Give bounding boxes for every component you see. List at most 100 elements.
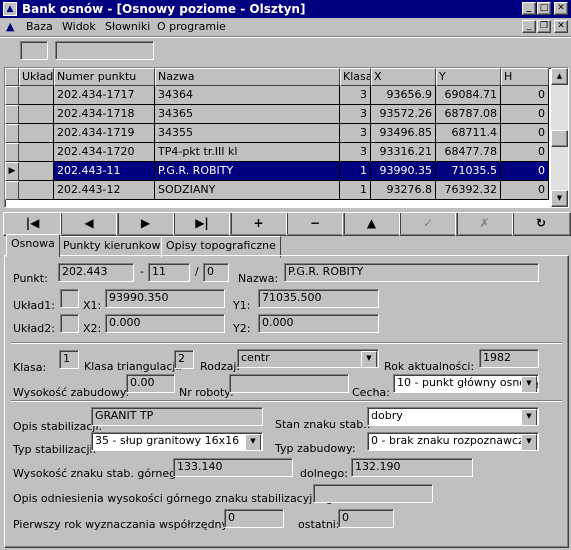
rodzaj-select[interactable]: centr ▼ [237,349,379,368]
chevron-down-icon[interactable]: ▼ [521,376,537,392]
row-indicator[interactable] [5,124,19,143]
cell-x[interactable]: 93572.26 [371,105,436,124]
mdi-child-icon[interactable]: ▲ [6,20,18,34]
cell-h[interactable]: 0 [501,124,549,143]
cell-uklad[interactable] [19,143,54,162]
cell-uklad[interactable] [19,105,54,124]
cell-nazwa[interactable]: P.G.R. ROBITY [155,162,340,181]
nav-post-button[interactable]: ✓ [398,212,458,236]
typ-zabudowy-select[interactable]: 0 - brak znaku rozpoznawczego ▼ [367,432,539,451]
column-header-y[interactable]: Y [436,68,501,86]
chevron-down-icon[interactable]: ▼ [245,434,261,450]
cell-x[interactable]: 93316.21 [371,143,436,162]
opis-stabilizacji-field[interactable]: GRANIT TP [91,407,263,426]
cell-uklad[interactable] [19,181,54,200]
cell-y[interactable]: 68787.08 [436,105,501,124]
cell-nazwa[interactable]: SODZIANY [155,181,340,200]
nr-roboty-field[interactable] [229,374,349,393]
cell-klasa[interactable]: 3 [340,124,371,143]
close-button[interactable]: ✕ [554,2,568,15]
cell-klasa[interactable]: 3 [340,105,371,124]
nav-first-button[interactable]: |◀ [3,212,62,236]
nav-refresh-button[interactable]: ↻ [511,212,571,236]
rok-aktualnosci-field[interactable]: 1982 [479,349,539,368]
child-minimize-button[interactable]: _ [522,20,536,33]
column-header-nazwa[interactable]: Nazwa [155,68,340,86]
cell-numer[interactable]: 202.443-12 [54,181,155,200]
child-close-button[interactable]: ✕ [554,20,568,33]
ostatni-field[interactable]: 0 [338,509,394,528]
scroll-up-button[interactable]: ▲ [551,68,568,85]
column-header-numer[interactable]: Numer punktu [54,68,155,86]
cell-klasa[interactable]: 3 [340,143,371,162]
cell-nazwa[interactable]: 34365 [155,105,340,124]
cell-klasa[interactable]: 1 [340,162,371,181]
cell-y[interactable]: 76392.32 [436,181,501,200]
cell-x[interactable]: 93656.9 [371,86,436,105]
grid-scrollbar[interactable]: ▲ ▼ [551,68,568,207]
nav-next-button[interactable]: ▶ [116,212,175,236]
minimize-button[interactable]: _ [522,2,536,15]
cell-nazwa[interactable]: 34364 [155,86,340,105]
cell-x[interactable]: 93990.35 [371,162,436,181]
cell-nazwa[interactable]: TP4-pkt tr.III kl [155,143,340,162]
opis-odniesienia-field[interactable] [313,484,433,503]
pierwszy-rok-field[interactable]: 0 [224,509,284,528]
cell-numer[interactable]: 202.434-1717 [54,86,155,105]
chevron-down-icon[interactable]: ▼ [361,351,377,367]
wysokosc-zabudowy-field[interactable]: 0.00 [126,374,175,393]
chevron-down-icon[interactable]: ▼ [521,409,537,425]
y1-field[interactable]: 71035.500 [258,289,379,308]
column-header-h[interactable]: H [501,68,549,86]
nav-edit-button[interactable]: ▲ [342,212,401,236]
cell-uklad[interactable] [19,124,54,143]
punkt-c-field[interactable]: 0 [203,263,229,282]
cell-nazwa[interactable]: 34355 [155,124,340,143]
klasa-field[interactable]: 1 [59,350,79,369]
row-indicator[interactable] [5,143,19,162]
uklad2-field[interactable] [60,314,79,333]
cell-numer[interactable]: 202.434-1719 [54,124,155,143]
cell-h[interactable]: 0 [501,105,549,124]
nav-cancel-button[interactable]: ✗ [455,212,514,236]
cell-numer[interactable]: 202.434-1720 [54,143,155,162]
column-header-uklad[interactable]: Układ [19,68,54,86]
typ-stabilizacji-select[interactable]: 35 - słup granitowy 16x16 ▼ [91,432,263,451]
points-grid[interactable]: Układ Numer punktu Nazwa Klasa X Y H 202… [4,67,569,208]
column-header-klasa[interactable]: Klasa [340,68,371,86]
row-indicator[interactable] [5,105,19,124]
tab-osnowa[interactable]: Osnowa [6,234,60,257]
wysokosc-gorny-field[interactable]: 133.140 [173,458,293,477]
nav-prior-button[interactable]: ◀ [59,212,119,236]
cell-y[interactable]: 71035.5 [436,162,501,181]
cell-y[interactable]: 69084.71 [436,86,501,105]
maximize-button[interactable]: □ [537,2,551,15]
row-indicator[interactable]: ▶ [5,162,19,181]
cell-klasa[interactable]: 1 [340,181,371,200]
cell-h[interactable]: 0 [501,181,549,200]
row-indicator[interactable] [5,181,19,200]
cell-h[interactable]: 0 [501,86,549,105]
cell-numer[interactable]: 202.443-11 [54,162,155,181]
scroll-down-button[interactable]: ▼ [551,190,568,207]
nav-insert-button[interactable]: + [229,212,288,236]
menu-baza[interactable]: Baza [26,18,53,36]
menu-widok[interactable]: Widok [62,18,96,36]
cell-y[interactable]: 68477.78 [436,143,501,162]
uklad1-field[interactable] [60,289,79,308]
cell-y[interactable]: 68711.4 [436,124,501,143]
dolnego-field[interactable]: 132.190 [351,458,473,477]
cell-h[interactable]: 0 [501,143,549,162]
column-header-x[interactable]: X [371,68,436,86]
cell-uklad[interactable] [19,162,54,181]
klasa-triangulacji-field[interactable]: 2 [174,350,194,369]
x2-field[interactable]: 0.000 [105,314,225,333]
row-indicator[interactable] [5,86,19,105]
cell-numer[interactable]: 202.434-1718 [54,105,155,124]
scroll-thumb[interactable] [551,130,568,147]
nazwa-field[interactable]: P.G.R. ROBITY [284,263,539,282]
cell-h[interactable]: 0 [501,162,549,181]
cecha-select[interactable]: 10 - punkt główny osnowy ▼ [393,374,539,393]
nav-last-button[interactable]: ▶| [172,212,232,236]
chevron-down-icon[interactable]: ▼ [521,434,537,450]
